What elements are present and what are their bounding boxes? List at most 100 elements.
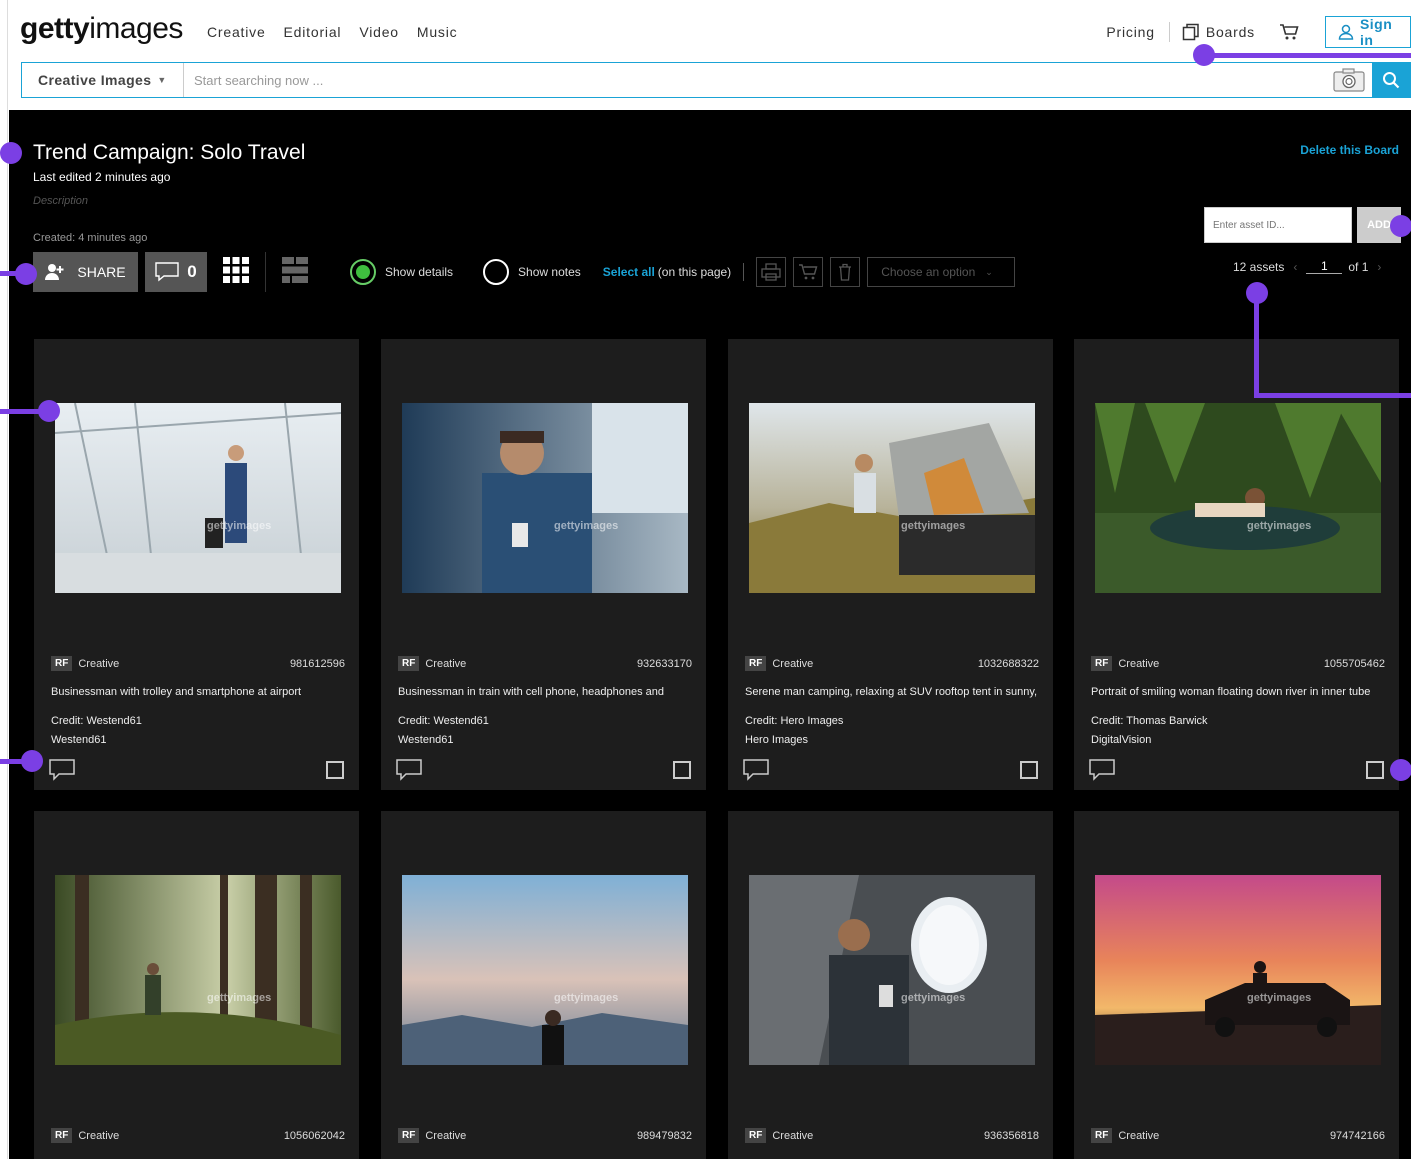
license-badge: RF: [745, 1128, 767, 1143]
board-toolbar: SHARE 0 Show details Show notes Select a…: [33, 252, 1016, 292]
search-input[interactable]: [184, 63, 1326, 97]
asset-type: Creative: [772, 1129, 814, 1142]
note-icon[interactable]: [743, 759, 769, 781]
annotation-dot: [21, 750, 43, 772]
print-button[interactable]: [756, 257, 787, 287]
asset-card[interactable]: gettyimages RF Creative 1055705462 Portrai…: [1074, 339, 1399, 790]
annotation-dot: [1390, 759, 1411, 781]
asset-thumbnail[interactable]: gettyimages: [749, 403, 1035, 593]
page-number-input[interactable]: 1: [1306, 259, 1343, 274]
nav-music[interactable]: Music: [417, 24, 458, 40]
river-photo: [1095, 403, 1381, 593]
annotation-dot: [38, 400, 60, 422]
city-view-photo: [402, 875, 688, 1065]
select-checkbox[interactable]: [326, 761, 344, 779]
asset-thumbnail[interactable]: gettyimages: [402, 403, 688, 593]
getty-logo[interactable]: gettyimages: [20, 12, 183, 46]
asset-card[interactable]: gettyimages RF Creative 1032688322 Serene …: [728, 339, 1053, 790]
search-icon: [1383, 72, 1400, 89]
show-notes-radio[interactable]: [483, 259, 510, 285]
sign-in-button[interactable]: Sign in: [1325, 16, 1411, 48]
asset-card[interactable]: gettyimages RF Creative 932633170 Business…: [381, 339, 706, 790]
boards-label: Boards: [1205, 24, 1255, 40]
toolbar-divider: [265, 252, 266, 292]
prev-page-icon[interactable]: ‹: [1293, 260, 1297, 274]
asset-thumbnail[interactable]: gettyimages: [1095, 403, 1381, 593]
search-button[interactable]: [1372, 63, 1410, 97]
asset-type: Creative: [78, 1129, 120, 1142]
board-title[interactable]: Trend Campaign: Solo Travel: [33, 141, 305, 165]
add-to-cart-button[interactable]: [793, 257, 824, 287]
annotation-line: [1254, 393, 1411, 398]
asset-card[interactable]: gettyimages RF Creative 981612596 Business…: [34, 339, 359, 790]
show-details-radio[interactable]: [350, 259, 376, 285]
watermark: gettyimages: [554, 992, 619, 1004]
asset-thumbnail[interactable]: gettyimages: [1095, 875, 1381, 1065]
asset-meta: RF Creative 989479832: [398, 1128, 692, 1143]
note-icon[interactable]: [1089, 759, 1115, 781]
camera-icon: [1333, 68, 1365, 92]
select-checkbox[interactable]: [1020, 761, 1038, 779]
action-divider: [743, 263, 745, 281]
comment-icon: [155, 262, 179, 282]
logo-bold: getty: [20, 12, 90, 45]
license-badge: RF: [1091, 1128, 1113, 1143]
user-icon: [1338, 24, 1354, 40]
camping-photo: [749, 403, 1035, 593]
forest-hike-photo: [55, 875, 341, 1065]
annotation-dot: [15, 263, 37, 285]
grid-view-button[interactable]: [223, 256, 249, 288]
asset-card[interactable]: gettyimages RF Creative 989479832: [381, 811, 706, 1159]
annotation-dot: [1193, 44, 1215, 66]
main-nav: Creative Editorial Video Music: [207, 24, 457, 40]
nav-editorial[interactable]: Editorial: [284, 24, 342, 40]
bulk-action-select[interactable]: Choose an option ⌄: [867, 257, 1016, 287]
annotation-dot: [0, 142, 22, 164]
note-icon[interactable]: [396, 759, 422, 781]
board-description-field[interactable]: Description: [33, 195, 88, 207]
asset-thumbnail[interactable]: gettyimages: [402, 875, 688, 1065]
license-badge: RF: [51, 656, 73, 671]
search-by-image-button[interactable]: [1326, 63, 1372, 97]
trash-icon: [839, 263, 852, 281]
comments-button[interactable]: 0: [145, 252, 207, 292]
asset-thumbnail[interactable]: gettyimages: [749, 875, 1035, 1065]
note-icon[interactable]: [49, 759, 75, 781]
mosaic-view-button[interactable]: [282, 256, 308, 288]
cart-button[interactable]: [1279, 23, 1299, 41]
nav-creative[interactable]: Creative: [207, 24, 266, 40]
nav-video[interactable]: Video: [359, 24, 399, 40]
bulk-action-value: Choose an option: [881, 265, 976, 279]
watermark: gettyimages: [207, 992, 272, 1004]
select-checkbox[interactable]: [1366, 761, 1384, 779]
nav-divider: [1168, 22, 1170, 42]
asset-id: 974742166: [1329, 1129, 1385, 1142]
cart-icon: [1280, 24, 1299, 40]
asset-thumbnail[interactable]: gettyimages: [55, 875, 341, 1065]
share-label: SHARE: [77, 264, 126, 280]
pricing-link[interactable]: Pricing: [1106, 24, 1154, 40]
page-total: of 1: [1348, 259, 1369, 274]
select-all-link[interactable]: Select all: [603, 265, 655, 279]
asset-id-input[interactable]: [1204, 207, 1352, 243]
airport-photo: [55, 403, 341, 593]
boards-icon: [1182, 23, 1199, 41]
asset-card[interactable]: gettyimages RF Creative 1056062042: [34, 811, 359, 1159]
asset-type: Creative: [1118, 1129, 1160, 1142]
boards-link[interactable]: Boards: [1182, 23, 1255, 41]
next-page-icon[interactable]: ›: [1377, 260, 1381, 274]
select-checkbox[interactable]: [673, 761, 691, 779]
asset-collection: Hero Images: [745, 734, 808, 746]
share-button[interactable]: SHARE: [33, 252, 138, 292]
asset-caption: Serene man camping, relaxing at SUV roof…: [745, 686, 1038, 698]
asset-thumbnail[interactable]: gettyimages: [55, 403, 341, 593]
asset-card[interactable]: gettyimages RF Creative 936356818: [728, 811, 1053, 1159]
annotation-dot: [1246, 282, 1268, 304]
asset-caption: Businessman in train with cell phone, he…: [398, 686, 665, 698]
delete-selected-button[interactable]: [830, 257, 861, 287]
delete-board-link[interactable]: Delete this Board: [1300, 143, 1399, 157]
search-type-dropdown[interactable]: Creative Images ▼: [22, 63, 184, 97]
license-badge: RF: [398, 656, 420, 671]
license-badge: RF: [398, 1128, 420, 1143]
asset-card[interactable]: gettyimages RF Creative 974742166: [1074, 811, 1399, 1159]
